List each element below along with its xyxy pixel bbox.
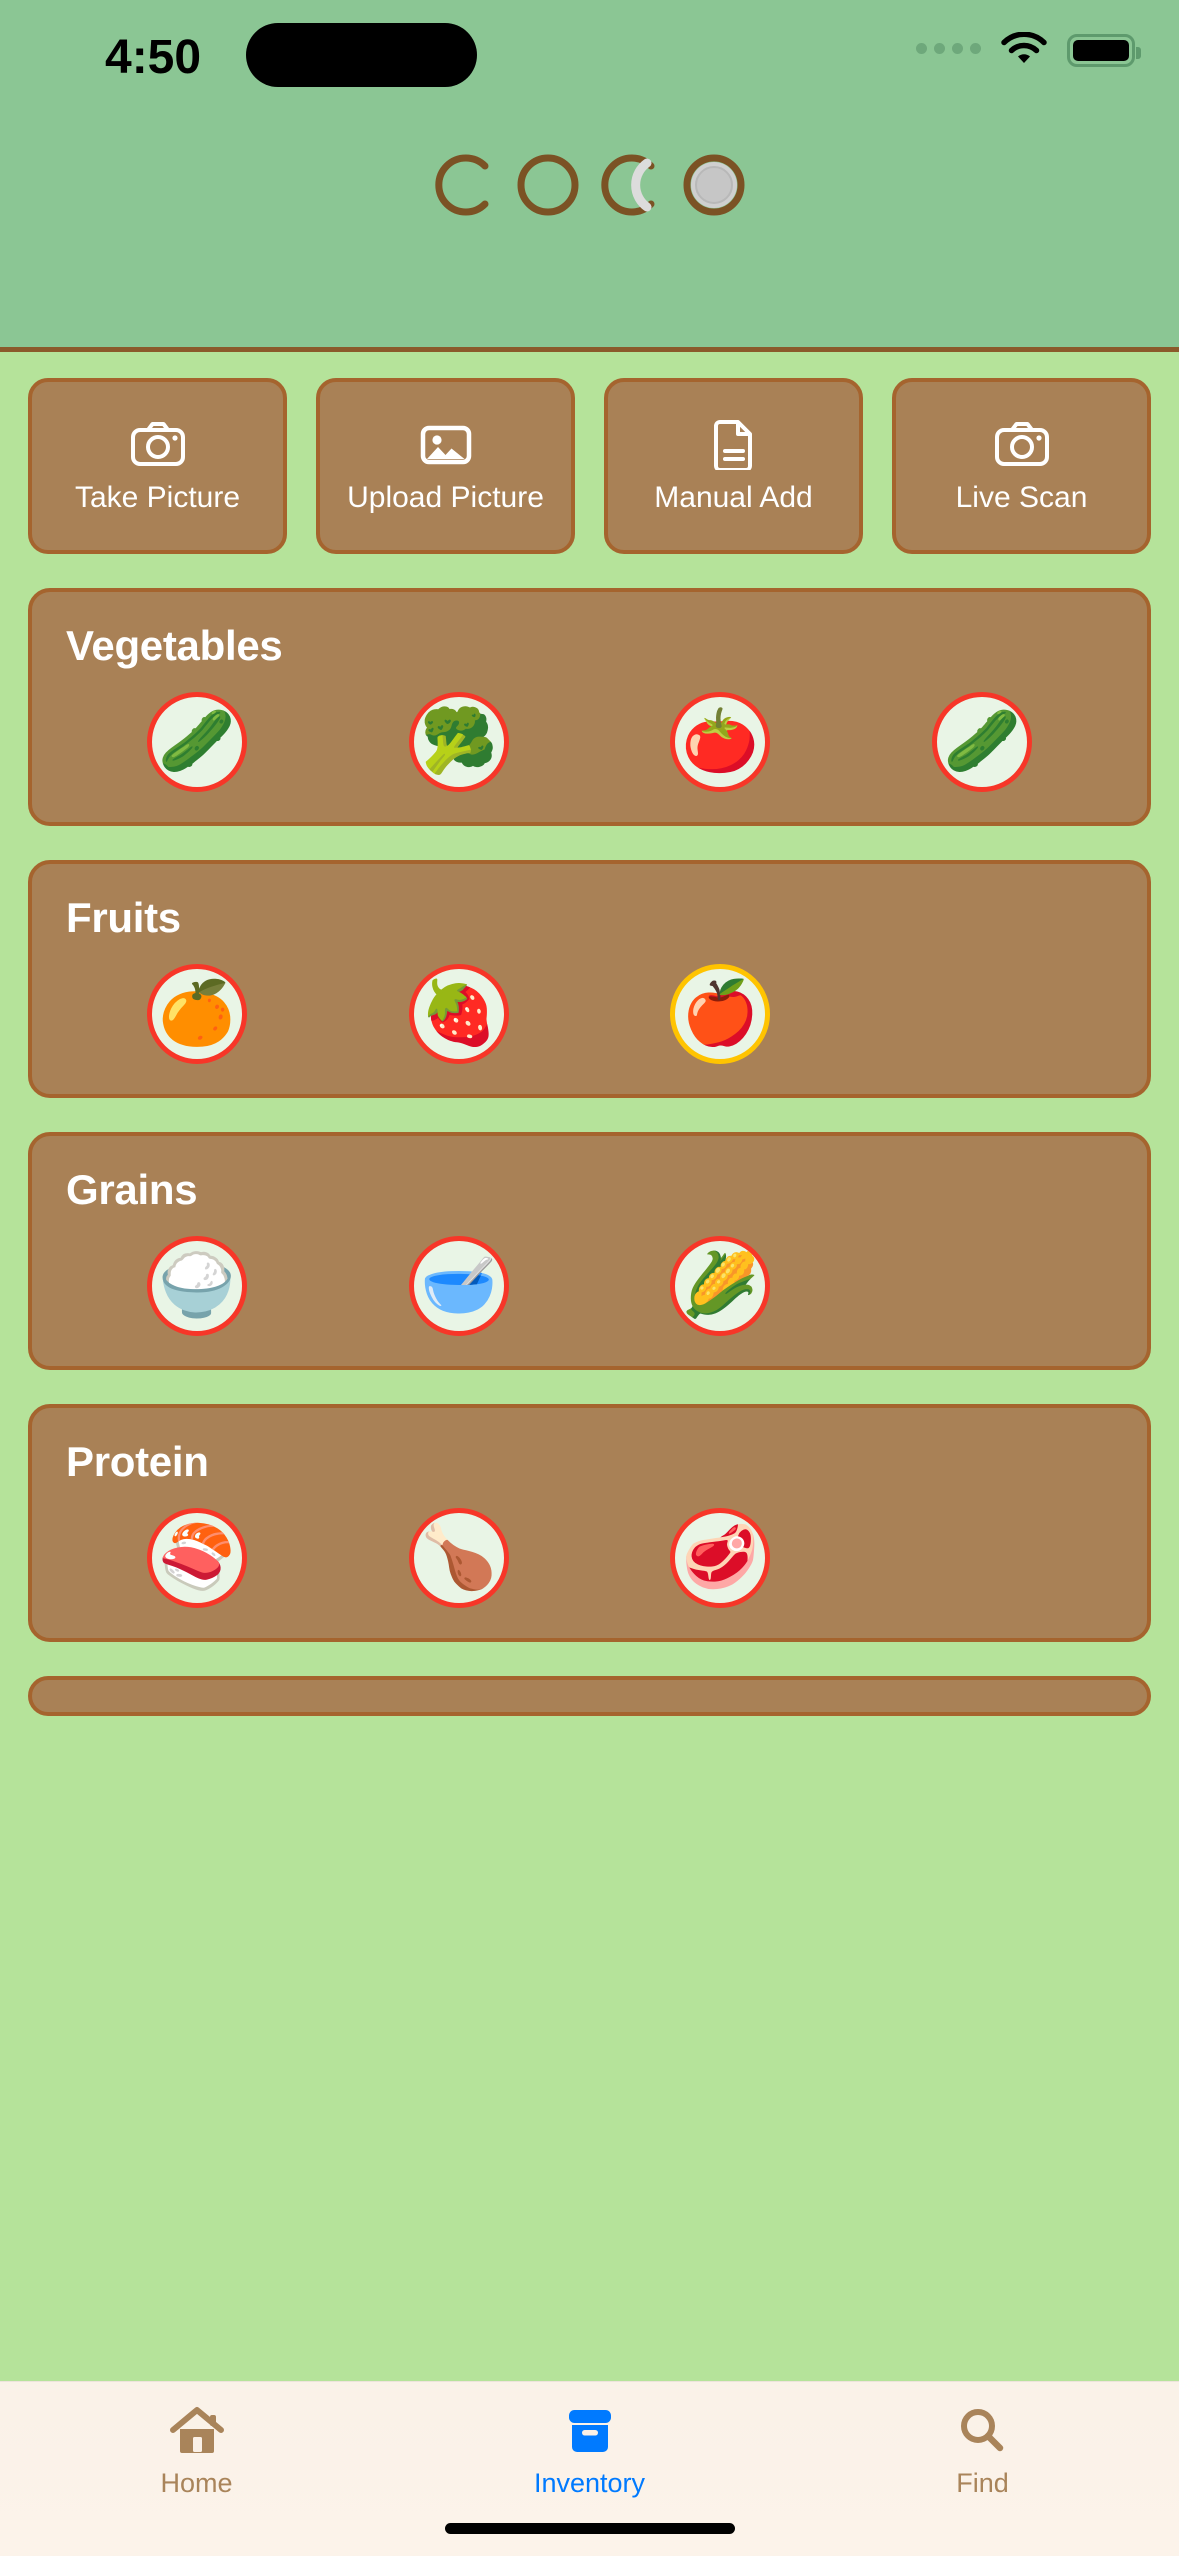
home-icon [169, 2404, 225, 2458]
camera-icon [992, 418, 1052, 470]
category-card-protein[interactable]: Protein 🍣 🍗 🥩 [28, 1404, 1151, 1642]
food-slot: 🥒 [66, 692, 328, 792]
food-slot: 🍚 [66, 1236, 328, 1336]
food-thumbnail: 🍅 [681, 707, 759, 776]
tab-inventory[interactable]: Inventory [393, 2404, 786, 2499]
action-button-row: Take Picture Upload Picture Manual Add L… [28, 378, 1151, 554]
upload-picture-button[interactable]: Upload Picture [316, 378, 575, 554]
food-item-oranges[interactable]: 🍊 [146, 964, 247, 1064]
food-item-zucchini[interactable]: 🥒 [146, 692, 247, 792]
food-item-row: 🍣 🍗 🥩 [66, 1508, 1113, 1608]
food-item-row: 🥒 🥦 🍅 🥒 [66, 692, 1113, 792]
food-item-roast-chicken[interactable]: 🍗 [408, 1508, 509, 1608]
food-slot: 🥦 [328, 692, 590, 792]
food-thumbnail: 🍚 [158, 1251, 236, 1320]
food-item-broccoli[interactable]: 🥦 [408, 692, 509, 792]
logo-letter-o-coconut-flesh [675, 146, 753, 229]
food-slot: 🍎 [590, 964, 852, 1064]
home-indicator [444, 2523, 735, 2534]
category-card-next-partial[interactable] [28, 1676, 1151, 1716]
food-thumbnail: 🍊 [158, 979, 236, 1048]
food-item-oats[interactable]: 🥣 [408, 1236, 509, 1336]
category-title: Protein [66, 1438, 209, 1485]
food-item-salmon[interactable]: 🍣 [146, 1508, 247, 1608]
food-item-steak[interactable]: 🥩 [670, 1508, 771, 1608]
food-slot: 🍓 [328, 964, 590, 1064]
food-item-row: 🍊 🍓 🍎 [66, 964, 1113, 1064]
manual-add-label: Manual Add [654, 480, 813, 514]
food-slot: 🥩 [590, 1508, 852, 1608]
food-item-corn[interactable]: 🌽 [670, 1236, 771, 1336]
inventory-scroll-area[interactable]: Take Picture Upload Picture Manual Add L… [0, 352, 1179, 2381]
category-title: Vegetables [66, 622, 283, 669]
app-header: 4:50 [0, 0, 1179, 352]
tab-find[interactable]: Find [786, 2404, 1179, 2499]
camera-icon [128, 418, 188, 470]
bottom-tab-bar: Home Inventory Find [0, 2381, 1179, 2556]
tab-home-label: Home [160, 2468, 233, 2498]
food-slot: 🍗 [328, 1508, 590, 1608]
logo-letter-c-cracked-coconut [592, 146, 670, 229]
food-thumbnail: 🥦 [420, 707, 498, 776]
food-slot: 🌽 [590, 1236, 852, 1336]
category-card-grains[interactable]: Grains 🍚 🥣 🌽 [28, 1132, 1151, 1370]
logo-letter-o-ring [509, 146, 587, 229]
food-thumbnail: 🥣 [420, 1251, 498, 1320]
food-slot: 🍣 [66, 1508, 328, 1608]
document-icon [704, 418, 764, 470]
manual-add-button[interactable]: Manual Add [604, 378, 863, 554]
dynamic-island [246, 23, 477, 87]
status-bar: 4:50 [0, 0, 1179, 120]
app-screen: 4:50 Take Picture Upload Picture Manual … [0, 0, 1179, 2556]
food-slot: 🍅 [590, 692, 852, 792]
search-icon [955, 2404, 1011, 2458]
tab-home[interactable]: Home [0, 2404, 393, 2499]
battery-icon [1067, 33, 1141, 67]
food-thumbnail: 🥒 [158, 707, 236, 776]
category-card-fruits[interactable]: Fruits 🍊 🍓 🍎 [28, 860, 1151, 1098]
status-bar-time: 4:50 [105, 31, 202, 84]
food-item-tomatoes[interactable]: 🍅 [670, 692, 771, 792]
food-item-row: 🍚 🥣 🌽 [66, 1236, 1113, 1336]
food-thumbnail: 🥒 [943, 707, 1021, 776]
tab-find-label: Find [956, 2468, 1009, 2498]
category-card-vegetables[interactable]: Vegetables 🥒 🥦 🍅 🥒 [28, 588, 1151, 826]
food-thumbnail: 🍓 [420, 979, 498, 1048]
food-item-cucumber[interactable]: 🥒 [932, 692, 1033, 792]
food-thumbnail: 🍎 [681, 979, 759, 1048]
take-picture-label: Take Picture [74, 480, 241, 514]
category-title: Fruits [66, 894, 181, 941]
logo-letter-c-open [426, 146, 504, 229]
live-scan-label: Live Scan [955, 480, 1088, 514]
food-slot: 🥣 [328, 1236, 590, 1336]
status-bar-indicators [916, 31, 1141, 68]
wifi-icon [999, 31, 1049, 68]
category-title: Grains [66, 1166, 198, 1213]
food-thumbnail: 🍗 [420, 1523, 498, 1592]
food-thumbnail: 🥩 [681, 1523, 759, 1592]
live-scan-button[interactable]: Live Scan [892, 378, 1151, 554]
food-thumbnail: 🌽 [681, 1251, 759, 1320]
food-slot: 🥒 [851, 692, 1113, 792]
archive-box-icon [562, 2404, 618, 2458]
food-item-white-rice[interactable]: 🍚 [146, 1236, 247, 1336]
upload-picture-label: Upload Picture [347, 480, 544, 514]
food-slot: 🍊 [66, 964, 328, 1064]
tab-inventory-label: Inventory [533, 2468, 646, 2498]
food-item-apples[interactable]: 🍎 [670, 964, 771, 1064]
photo-icon [416, 418, 476, 470]
signal-dots-icon [916, 43, 981, 57]
food-item-strawberries[interactable]: 🍓 [408, 964, 509, 1064]
take-picture-button[interactable]: Take Picture [28, 378, 287, 554]
coco-logo [0, 146, 1179, 229]
food-thumbnail: 🍣 [158, 1523, 236, 1592]
